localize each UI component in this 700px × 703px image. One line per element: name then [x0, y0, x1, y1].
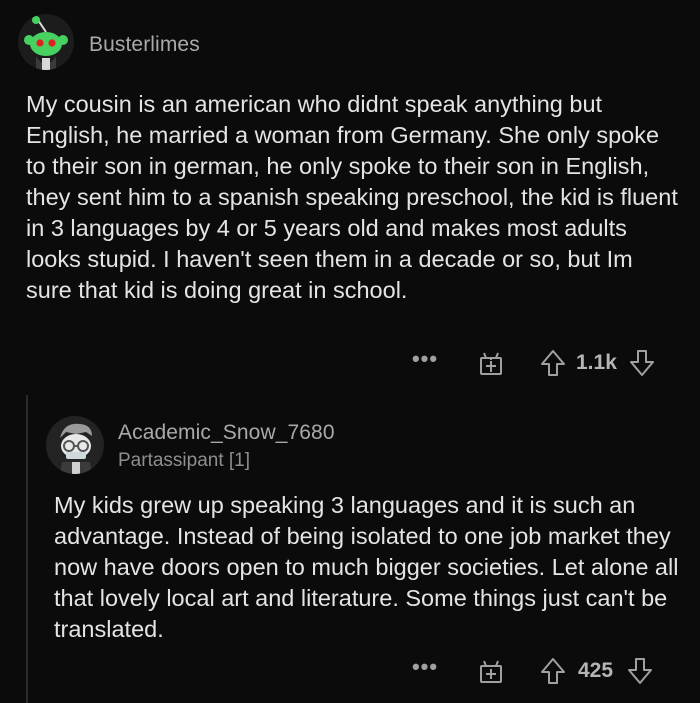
- comment-username[interactable]: Academic_Snow_7680: [118, 421, 335, 445]
- downvote-arrow-icon: [628, 658, 653, 684]
- vote-count: 1.1k: [576, 351, 617, 374]
- thread-line[interactable]: [26, 395, 28, 703]
- downvote-button[interactable]: [627, 349, 657, 377]
- upvote-arrow-icon: [541, 658, 565, 684]
- upvote-button[interactable]: [538, 657, 568, 685]
- comment-body: My cousin is an american who didnt speak…: [26, 91, 678, 303]
- downvote-button[interactable]: [625, 657, 655, 685]
- upvote-button[interactable]: [538, 349, 568, 377]
- comment-actions: ••• 425: [408, 654, 678, 688]
- vote-count: 425: [578, 659, 614, 682]
- snoo-avatar-icon: [18, 14, 74, 70]
- more-options-button[interactable]: •••: [408, 656, 442, 678]
- snoo-avatar-icon: [46, 416, 104, 474]
- upvote-arrow-icon: [541, 350, 565, 376]
- award-button[interactable]: [474, 350, 508, 376]
- award-gift-icon: [480, 660, 502, 683]
- user-avatar[interactable]: [18, 14, 74, 70]
- comment-actions: ••• 1.1k: [408, 346, 678, 380]
- comment: Busterlimes My cousin is an american who…: [0, 0, 700, 395]
- more-options-button[interactable]: •••: [408, 348, 442, 370]
- user-avatar[interactable]: [46, 416, 104, 474]
- more-options-icon: •••: [411, 654, 439, 679]
- user-flair: Partassipant [1]: [118, 450, 251, 471]
- downvote-arrow-icon: [629, 350, 654, 376]
- comment-body: My kids grew up speaking 3 languages and…: [54, 492, 679, 642]
- comment-username[interactable]: Busterlimes: [89, 33, 200, 57]
- more-options-icon: •••: [411, 346, 439, 371]
- award-gift-icon: [480, 352, 502, 375]
- award-button[interactable]: [474, 658, 508, 684]
